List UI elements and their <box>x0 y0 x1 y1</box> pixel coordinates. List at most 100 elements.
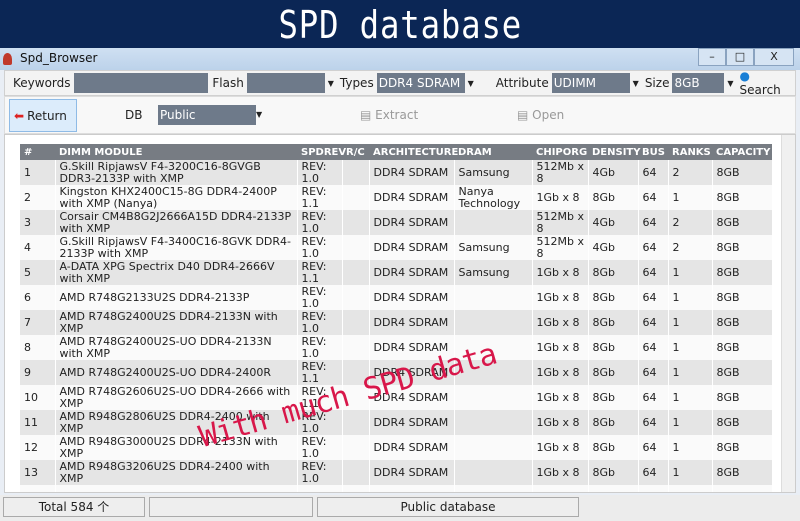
table-cell: 64 <box>638 460 669 485</box>
table-cell: 512Mb x 8 <box>532 235 589 260</box>
table-row[interactable]: 4 G.Skill RipjawsV F4-3400C16-8GVK DDR4-2… <box>20 235 773 260</box>
chevron-down-icon[interactable]: ▼ <box>328 79 334 88</box>
types-select[interactable]: DDR4 SDRAM <box>376 73 465 93</box>
table-cell: 8Gb <box>588 360 639 385</box>
column-header[interactable]: DENSITY <box>588 144 641 160</box>
table-cell: REV: 1.1 <box>297 185 343 210</box>
table-cell: 8GB <box>712 385 773 410</box>
table-row[interactable]: 3 Corsair CM4B8G2J2666A15D DDR4-2133P wit… <box>20 210 773 235</box>
column-header[interactable]: SPDREV <box>297 144 346 160</box>
status-middle <box>149 497 313 517</box>
column-header[interactable]: DRAM <box>454 144 532 160</box>
attribute-select[interactable]: UDIMM <box>551 73 630 93</box>
open-button[interactable]: ▤ Open <box>517 108 564 122</box>
table-cell: 1 <box>668 385 713 410</box>
table-cell: REV: 1.0 <box>297 160 343 185</box>
size-select[interactable]: 8GB <box>672 73 725 93</box>
table-cell: 1Gb x 8 <box>532 435 589 460</box>
table-cell <box>342 310 370 335</box>
table-row[interactable]: 6 AMD R748G2133U2S DDR4-2133P REV: 1.0 DDR4… <box>20 285 773 310</box>
table-cell: 8GB <box>712 210 773 235</box>
column-header[interactable]: CHIPORG <box>532 144 588 160</box>
table-cell <box>369 485 455 492</box>
chevron-down-icon[interactable]: ▼ <box>727 79 733 88</box>
table-cell: DDR4 SDRAM <box>369 185 455 210</box>
toolbar: ⬅ Return DB Public ▼ ▤ Extract ▤ Open <box>4 96 796 134</box>
table-cell: AMD R748G2133U2S DDR4-2133P <box>55 285 298 310</box>
vertical-scrollbar[interactable] <box>781 135 795 492</box>
column-header[interactable]: DIMM MODULE <box>55 144 297 160</box>
table-cell: 9 <box>20 360 56 385</box>
extract-button[interactable]: ▤ Extract <box>360 108 418 122</box>
table-cell: 10 <box>20 385 56 410</box>
table-cell <box>342 235 370 260</box>
column-header[interactable]: # <box>20 144 55 160</box>
table-cell <box>55 485 298 492</box>
table-cell: REV: 1.0 <box>297 435 343 460</box>
table-row[interactable]: 11 AMD R948G2806U2S DDR4-2400 with XMP REV… <box>20 410 773 435</box>
chevron-down-icon[interactable]: ▼ <box>633 79 639 88</box>
table-cell: 1 <box>668 410 713 435</box>
table-row[interactable]: 7 AMD R748G2400U2S DDR4-2133N with XMP REV… <box>20 310 773 335</box>
table-cell <box>342 435 370 460</box>
table-cell: AMD R748G2400U2S-UO DDR4-2133N with XMP <box>55 335 298 360</box>
table-cell: REV: <box>297 485 343 492</box>
search-button[interactable]: ● Search <box>740 69 795 97</box>
table-cell: DDR4 SDRAM <box>369 160 455 185</box>
maximize-button[interactable]: □ <box>726 48 754 66</box>
table-cell: 1 <box>668 185 713 210</box>
open-icon: ▤ <box>517 108 529 122</box>
table-cell: 8GB <box>712 435 773 460</box>
table-cell <box>668 485 713 492</box>
column-header[interactable]: BUS <box>638 144 668 160</box>
table-cell: 8GB <box>712 160 773 185</box>
table-cell: 8GB <box>712 235 773 260</box>
table-row[interactable]: 1 G.Skill RipjawsV F4-3200C16-8GVGB DDR3-… <box>20 160 773 185</box>
table-row[interactable]: REV: <box>20 485 773 492</box>
table-cell <box>20 485 56 492</box>
app-icon <box>3 53 12 65</box>
minimize-button[interactable]: – <box>698 48 726 66</box>
column-header[interactable]: CAPACITY <box>712 144 772 160</box>
table-cell <box>454 285 533 310</box>
column-header[interactable]: ARCHITECTURE <box>369 144 458 160</box>
chevron-down-icon[interactable]: ▼ <box>256 110 262 119</box>
table-cell: 3 <box>20 210 56 235</box>
filter-bar: Keywords Flash ▼ Types DDR4 SDRAM ▼ Attr… <box>4 69 796 97</box>
table-cell: 12 <box>20 435 56 460</box>
table-cell <box>638 485 669 492</box>
search-label: Search <box>739 83 781 97</box>
table-cell <box>454 385 533 410</box>
flash-select[interactable] <box>246 73 325 93</box>
table-cell: 1 <box>668 310 713 335</box>
status-total: Total 584 个 <box>3 497 145 517</box>
table-cell: Kingston KHX2400C15-8G DDR4-2400P with X… <box>55 185 298 210</box>
keywords-input[interactable] <box>73 73 209 93</box>
table-cell <box>342 485 370 492</box>
table-cell: 4Gb <box>588 210 639 235</box>
table-row[interactable]: 2 Kingston KHX2400C15-8G DDR4-2400P with … <box>20 185 773 210</box>
close-button[interactable]: X <box>754 48 794 66</box>
table-row[interactable]: 12 AMD R948G3000U2S DDR4-2133N with XMP RE… <box>20 435 773 460</box>
table-cell: AMD R748G2400U2S-UO DDR4-2400R <box>55 360 298 385</box>
table-cell: 1Gb x 8 <box>532 285 589 310</box>
column-header[interactable]: RANKS <box>668 144 712 160</box>
table-row[interactable]: 5 A-DATA XPG Spectrix D40 DDR4-2666V with… <box>20 260 773 285</box>
table-cell <box>342 185 370 210</box>
table-cell: 64 <box>638 410 669 435</box>
db-select[interactable]: Public <box>158 105 256 125</box>
table-cell: 4 <box>20 235 56 260</box>
table-cell: 8GB <box>712 285 773 310</box>
attribute-label: Attribute <box>495 76 549 90</box>
table-cell: A-DATA XPG Spectrix D40 DDR4-2666V with … <box>55 260 298 285</box>
table-cell: 8Gb <box>588 410 639 435</box>
size-label: Size <box>644 76 670 90</box>
flash-label: Flash <box>212 76 244 90</box>
chevron-down-icon[interactable]: ▼ <box>468 79 474 88</box>
table-cell: 8Gb <box>588 285 639 310</box>
table-row[interactable]: 13 AMD R948G3206U2S DDR4-2400 with XMP REV… <box>20 460 773 485</box>
return-button[interactable]: ⬅ Return <box>9 99 77 132</box>
table-cell: 64 <box>638 235 669 260</box>
table-row[interactable]: 8 AMD R748G2400U2S-UO DDR4-2133N with XMP… <box>20 335 773 360</box>
column-header[interactable]: R/C <box>342 144 369 160</box>
